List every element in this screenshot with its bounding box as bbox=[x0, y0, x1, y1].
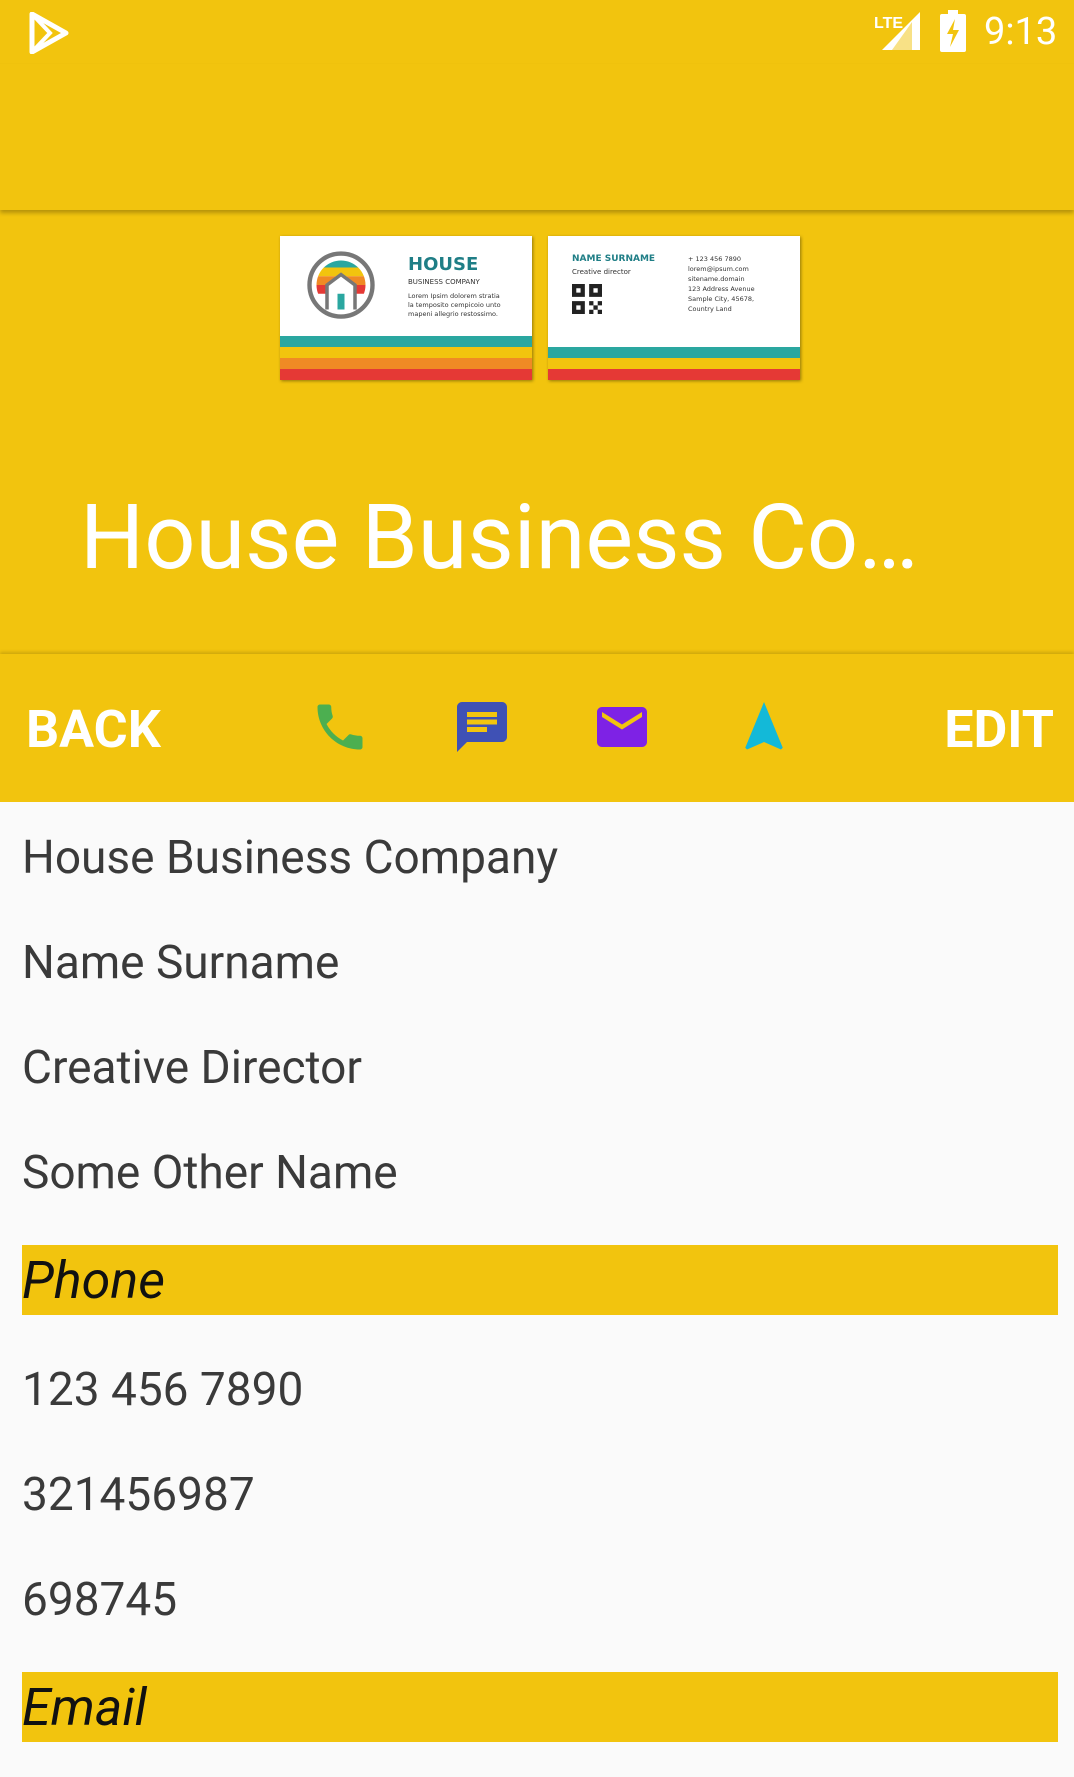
person-name-field: Name Surname bbox=[22, 936, 340, 990]
card-lorem-3: mapeni allegrio restossimo. bbox=[408, 310, 498, 318]
card-subtitle: BUSINESS COMPANY bbox=[408, 278, 480, 286]
job-title-field: Creative Director bbox=[22, 1041, 362, 1095]
qr-code-icon bbox=[572, 284, 602, 314]
status-time: 9:13 bbox=[984, 10, 1058, 54]
back-button[interactable]: BACK bbox=[26, 700, 161, 760]
phone-number-item[interactable]: 698745 bbox=[22, 1572, 177, 1628]
card-detail-line: Country Land bbox=[688, 305, 732, 313]
card-detail-line: lorem@ipsum.com bbox=[688, 265, 749, 273]
card-lorem-2: la temposito cempicoio unto bbox=[408, 301, 501, 309]
company-name-field: House Business Company bbox=[22, 831, 559, 885]
action-bar bbox=[0, 654, 1074, 802]
card-detail-line: + 123 456 7890 bbox=[688, 255, 741, 263]
email-icon[interactable] bbox=[592, 697, 652, 757]
message-icon[interactable] bbox=[452, 697, 512, 757]
phone-number-item[interactable]: 321456987 bbox=[22, 1467, 255, 1523]
status-bar: LTE 9:13 bbox=[0, 0, 1074, 64]
house-logo-icon bbox=[307, 251, 375, 319]
edit-button[interactable]: EDIT bbox=[944, 700, 1054, 760]
email-section-header: Email bbox=[22, 1672, 1058, 1742]
phone-section-header: Phone bbox=[22, 1245, 1058, 1315]
card-back-role: Creative director bbox=[572, 268, 631, 276]
company-title: House Business Com... bbox=[80, 488, 994, 588]
card-back-details: + 123 456 7890 lorem@ipsum.com sitename.… bbox=[688, 254, 755, 314]
business-card-front-image[interactable]: HOUSE BUSINESS COMPANY Lorem Ipsim dolor… bbox=[280, 236, 532, 380]
card-detail-line: sitename.domain bbox=[688, 275, 745, 283]
lte-label: LTE bbox=[874, 15, 903, 32]
card-stripes bbox=[280, 336, 532, 380]
business-card-back-image[interactable]: NAME SURNAME Creative director + 123 456… bbox=[548, 236, 800, 380]
card-lorem-1: Lorem Ipsim dolorem stratia bbox=[408, 292, 500, 300]
card-detail-line: 123 Address Avenue bbox=[688, 285, 755, 293]
play-store-icon bbox=[29, 12, 69, 54]
card-back-name: NAME SURNAME bbox=[572, 254, 656, 264]
lte-signal-icon: LTE bbox=[874, 12, 920, 50]
phone-number-item[interactable]: 123 456 7890 bbox=[22, 1362, 303, 1418]
app-toolbar bbox=[0, 64, 1074, 210]
card-brand: HOUSE bbox=[408, 254, 479, 275]
card-stripes bbox=[548, 347, 800, 380]
other-name-field: Some Other Name bbox=[22, 1146, 398, 1200]
navigate-icon[interactable] bbox=[734, 697, 794, 757]
phone-icon[interactable] bbox=[310, 697, 370, 757]
card-detail-line: Sample City, 45678, bbox=[688, 295, 755, 303]
battery-charging-icon bbox=[940, 10, 966, 52]
